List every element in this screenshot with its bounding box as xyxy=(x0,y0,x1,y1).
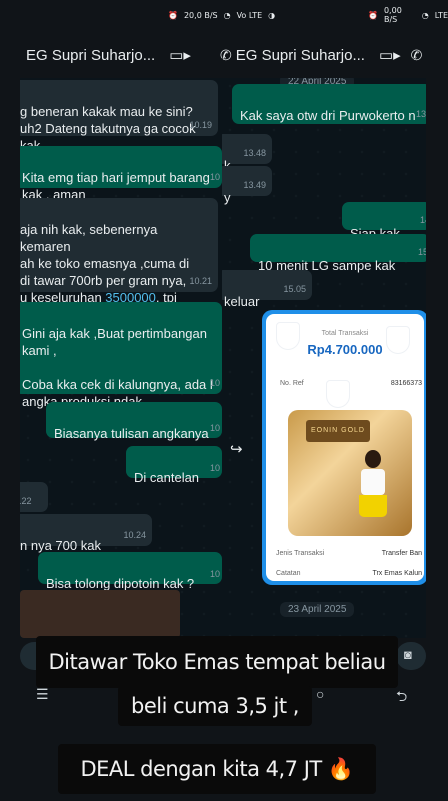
chat-pane-right[interactable]: 22 April 2025 Kak saya otw dri Purwokert… xyxy=(222,78,426,638)
story-canvas: ⏰ 20,0 B/S ◔ Vo LTE ◑ ⏰ 0,00 B/S ◔ LTE E… xyxy=(0,0,448,801)
message-time: 13.48 xyxy=(243,148,266,158)
receipt-type-label: Jenis Transaksi xyxy=(276,550,325,557)
receipt-amount: Rp4.700.000 xyxy=(307,342,383,357)
phone-icon[interactable]: ✆ xyxy=(220,47,232,64)
message-time: 0.22 xyxy=(20,496,32,506)
status-bar-right: ⏰ 0,00 B/S ◔ LTE xyxy=(368,6,448,24)
message-bubble: y 13.49 xyxy=(222,166,272,205)
wifi-icon: ◔ xyxy=(421,10,429,20)
message-bubble: Kita emg tiap hari jemput barang kak , a… xyxy=(20,146,222,202)
message-time: 10 xyxy=(209,463,220,473)
message-time: 13.49 xyxy=(243,180,266,190)
speed-left: 20,0 B/S xyxy=(183,10,218,20)
caption-line-3: DEAL dengan kita 4,7 JT 🔥 xyxy=(58,744,376,794)
nav-menu-icon[interactable]: ☰ xyxy=(36,686,49,703)
message-text: Biasanya tulisan angkanya xyxy=(54,426,209,441)
message-time: 10 xyxy=(209,172,220,182)
receipt-card: Total Transaksi Rp4.700.000 No. Ref 8316… xyxy=(266,314,424,581)
store-sign: EONIN GOLD xyxy=(306,420,370,442)
receipt-type-value: Transfer Ban xyxy=(381,550,422,557)
message-time: 10 xyxy=(209,569,220,579)
chat-header-right: ✆ EG Supri Suharjo... ▭▸ ✆ xyxy=(210,38,448,72)
receipt-ref-label: No. Ref xyxy=(280,380,304,387)
network-left: Vo LTE xyxy=(236,10,263,20)
message-text: Bisa tolong dipotoin kak ? xyxy=(46,576,195,591)
message-bubble: 10 menit LG sampe kak 15 xyxy=(250,234,426,273)
nav-back-icon[interactable]: ⮌ xyxy=(396,686,407,710)
message-bubble: aja nih kak, sebenernya kemaren ah ke to… xyxy=(20,198,218,322)
receipt-note-value: Trx Emas Kalun xyxy=(372,570,422,577)
receipt-note-label: Catatan xyxy=(276,570,301,577)
message-time: 10.19 xyxy=(189,120,212,130)
message-bubble: Bisa tolong dipotoin kak ? 10 xyxy=(38,552,222,591)
message-time: 15.05 xyxy=(283,284,306,294)
message-bubble: Siap kak 14 xyxy=(342,202,426,241)
status-bar-left: ⏰ 20,0 B/S ◔ Vo LTE ◑ xyxy=(168,6,275,24)
caption-line-1: Ditawar Toko Emas tempat beliau xyxy=(36,636,398,688)
message-text: n nya 700 kak xyxy=(20,538,101,553)
image-thumbnail[interactable] xyxy=(20,590,180,638)
caption-line-2: beli cuma 3,5 jt , xyxy=(118,686,312,726)
chat-pane-left[interactable]: g beneran kakak mau ke sini? uh2 Dateng … xyxy=(20,78,226,638)
message-bubble: Kak saya otw dri Purwokerto n 13 xyxy=(232,84,426,124)
date-chip: 23 April 2025 xyxy=(280,602,355,617)
message-time: 13 xyxy=(415,109,426,119)
message-text: keluar xyxy=(224,294,260,309)
message-bubble: g beneran kakak mau ke sini? uh2 Dateng … xyxy=(20,80,218,153)
chat-header-left: EG Supri Suharjo... ▭▸ xyxy=(26,38,222,72)
store-photo: EONIN GOLD xyxy=(288,410,412,536)
video-call-icon[interactable]: ▭▸ xyxy=(379,46,401,64)
chat-title[interactable]: EG Supri Suharjo... xyxy=(26,47,155,64)
wifi-icon: ◔ xyxy=(223,10,231,20)
chat-title[interactable]: EG Supri Suharjo... xyxy=(236,47,365,64)
watermark-shape xyxy=(326,380,350,408)
message-text: Kak saya otw dri Purwokerto n xyxy=(240,108,416,123)
battery-icon: ◑ xyxy=(268,10,276,20)
message-time: 10 xyxy=(209,378,220,388)
receipt-ref-value: 83166373 xyxy=(390,380,422,387)
camera-icon[interactable]: ◙ xyxy=(396,642,426,670)
message-bubble: 0.22 xyxy=(20,482,48,512)
message-text: y xyxy=(224,190,231,205)
phone-icon[interactable]: ✆ xyxy=(411,47,423,64)
message-time: 14 xyxy=(419,215,426,225)
message-bubble: Gini aja kak ,Buat pertimbangan kami , C… xyxy=(20,302,222,409)
network-right: LTE xyxy=(434,10,448,20)
alarm-icon: ⏰ xyxy=(368,10,378,20)
speed-right: 0,00 B/S xyxy=(383,6,402,24)
message-time: 15 xyxy=(417,247,426,257)
message-text: Gini aja kak ,Buat pertimbangan kami , C… xyxy=(22,326,213,409)
forward-icon[interactable]: ↪ xyxy=(230,440,243,458)
alarm-icon: ⏰ xyxy=(168,10,178,20)
message-bubble: Biasanya tulisan angkanya 10 xyxy=(46,402,222,441)
transfer-receipt-image[interactable]: Total Transaksi Rp4.700.000 No. Ref 8316… xyxy=(262,310,426,585)
message-time: 10 xyxy=(209,423,220,433)
video-call-icon[interactable]: ▭▸ xyxy=(169,46,191,64)
message-text: Di cantelan xyxy=(134,470,200,485)
message-time: 10.24 xyxy=(123,530,146,540)
message-bubble: n nya 700 kak 10.24 xyxy=(20,514,152,553)
message-time: 10.21 xyxy=(189,276,212,286)
receipt-total-label: Total Transaksi xyxy=(321,330,369,337)
person-figure xyxy=(358,450,388,536)
message-bubble: keluar 15.05 xyxy=(222,270,312,309)
nav-home-icon[interactable]: ○ xyxy=(316,686,324,702)
message-bubble: Di cantelan 10 xyxy=(126,446,222,485)
message-bubble: k 13.48 xyxy=(222,134,272,173)
